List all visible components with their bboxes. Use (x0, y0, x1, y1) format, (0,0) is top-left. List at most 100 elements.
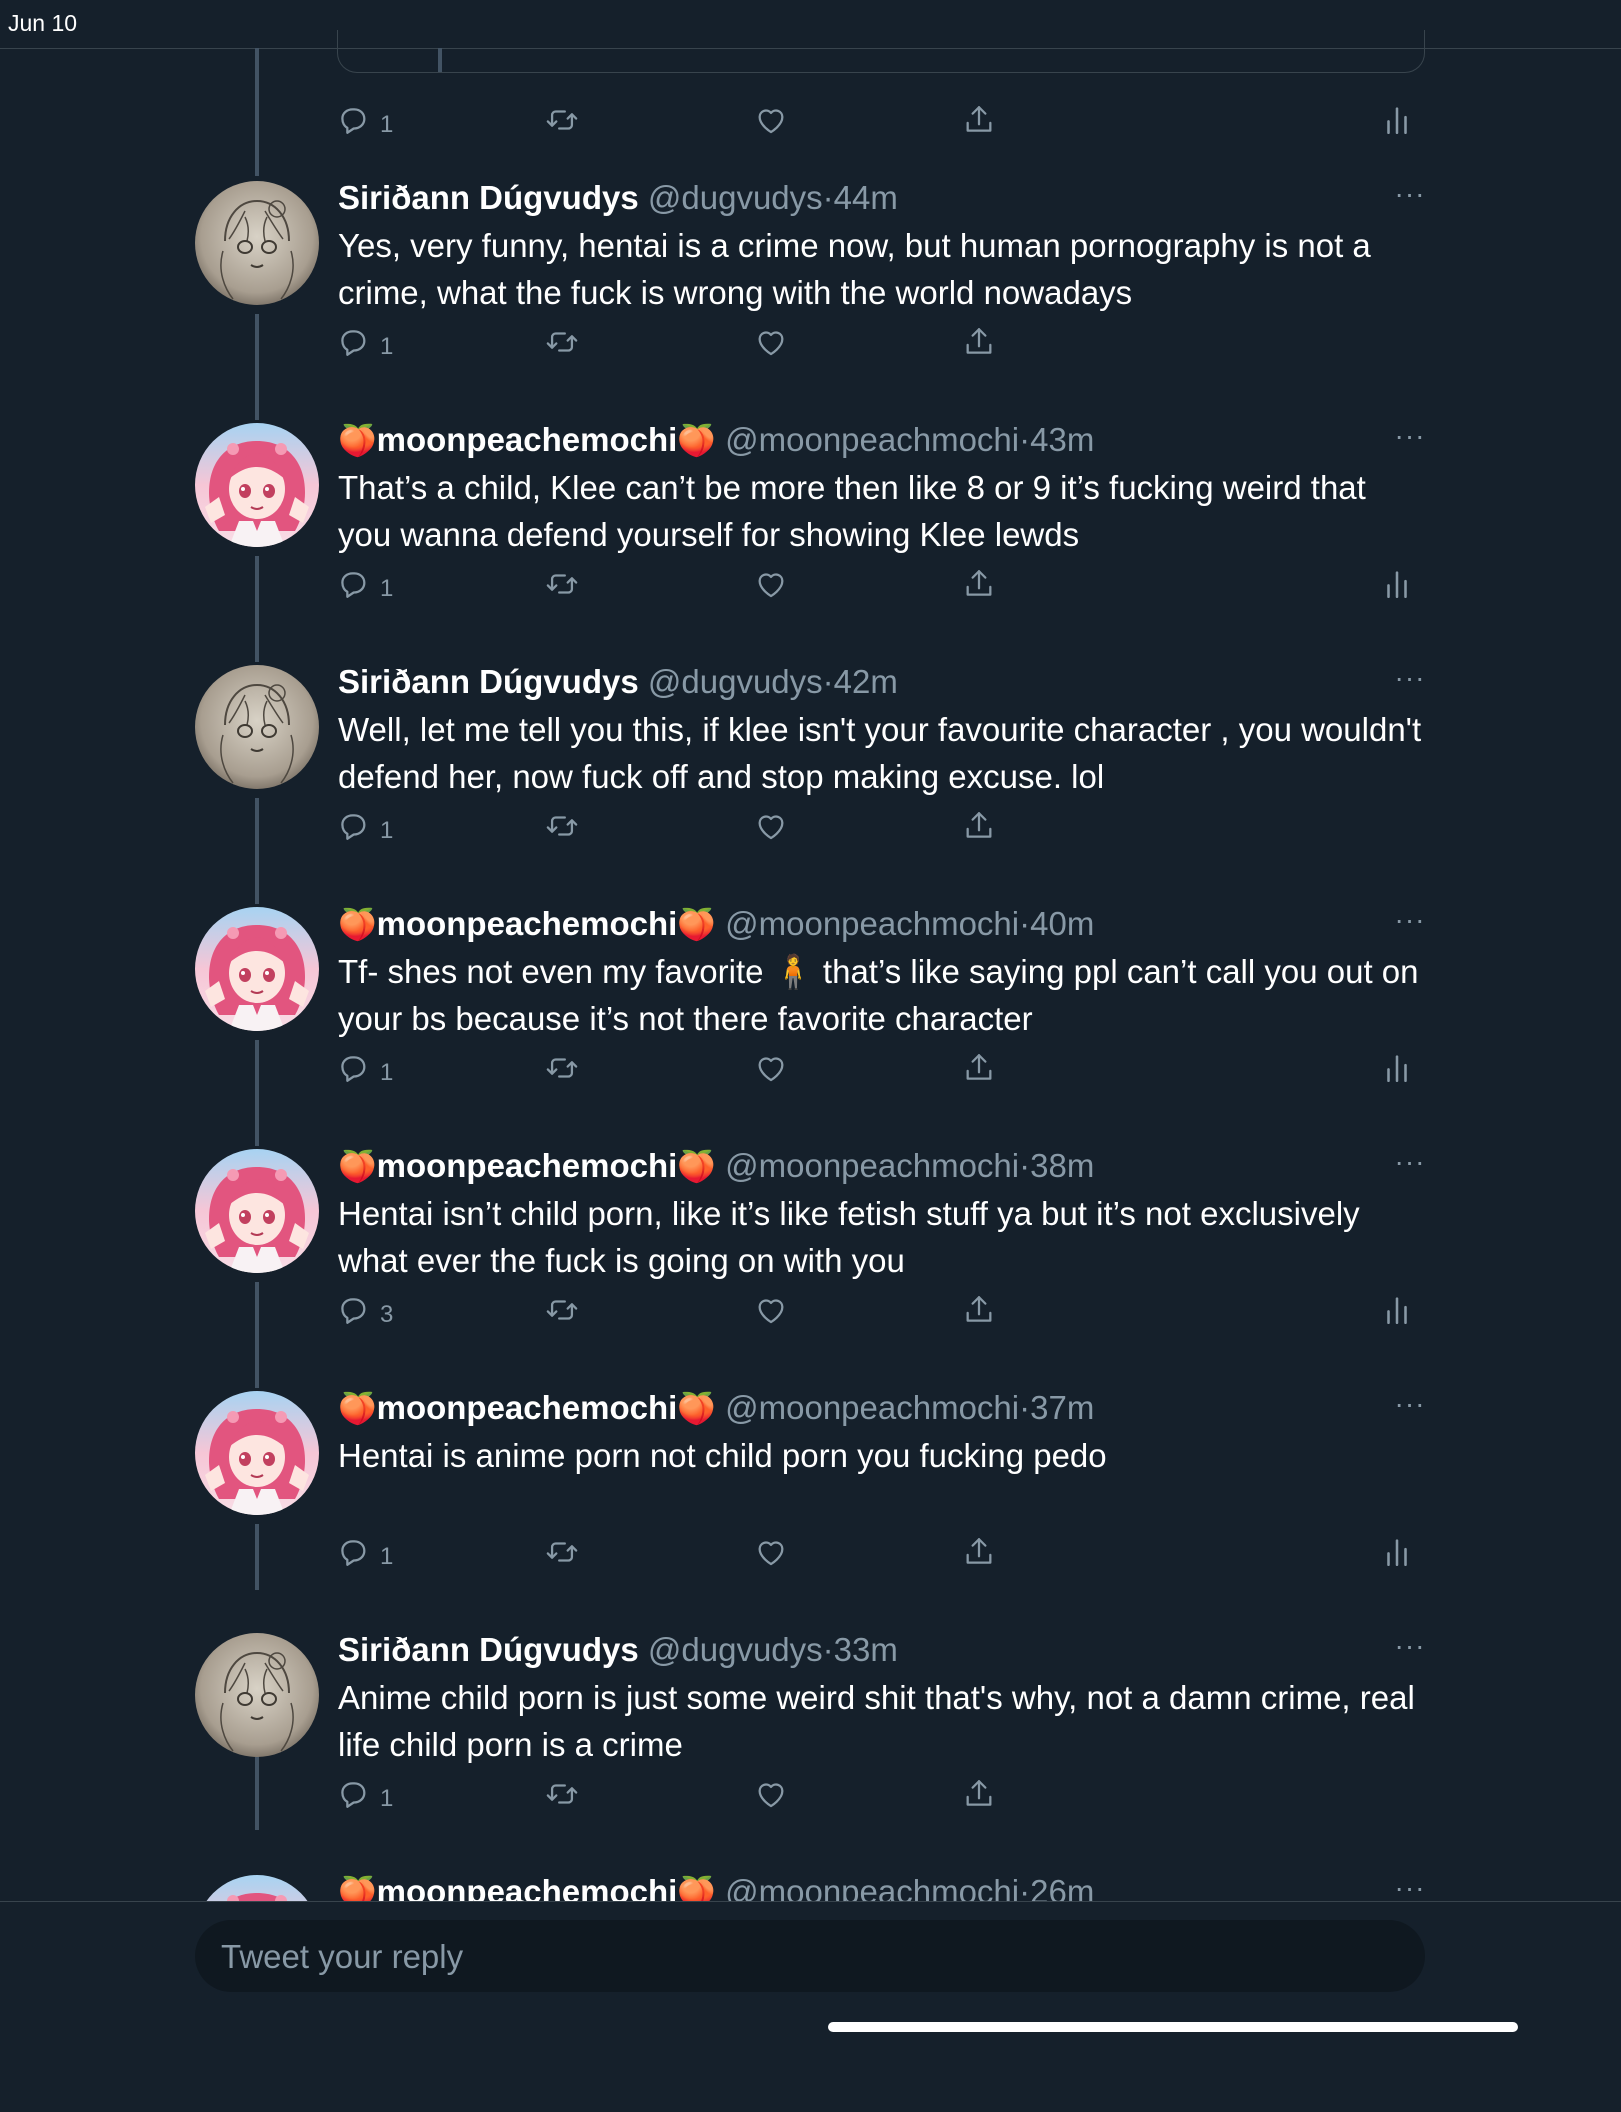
retweet-button[interactable] (545, 100, 579, 140)
retweet-icon (545, 1535, 579, 1569)
stats-button[interactable] (1380, 1290, 1414, 1330)
user-handle[interactable]: @moonpeachmochi (725, 1389, 1019, 1426)
reply-button[interactable]: 3 (336, 1290, 393, 1330)
reply-button[interactable]: 1 (336, 1532, 393, 1572)
display-name[interactable]: Siriðann Dúgvudys (338, 1631, 639, 1668)
share-button[interactable] (962, 1532, 996, 1572)
retweet-icon (545, 809, 579, 843)
user-handle[interactable]: @dugvudys (648, 663, 823, 700)
user-handle[interactable]: @dugvudys (648, 1631, 823, 1668)
like-button[interactable] (754, 100, 788, 140)
tweet[interactable]: Siriðann Dúgvudys @dugvudys·42m ··· Well, … (0, 660, 1621, 902)
like-button[interactable] (754, 806, 788, 846)
avatar[interactable] (195, 1391, 319, 1515)
tweet[interactable]: 🍑moonpeachemochi🍑 @moonpeachmochi·43m ···… (0, 418, 1621, 660)
like-button[interactable] (754, 564, 788, 604)
reply-button[interactable]: 1 (336, 322, 393, 362)
avatar[interactable] (195, 1149, 319, 1273)
stats-icon (1380, 1535, 1414, 1569)
tweet-time[interactable]: 42m (834, 663, 898, 700)
share-button[interactable] (962, 1048, 996, 1088)
tweet[interactable]: 🍑moonpeachemochi🍑 @moonpeachmochi·40m ···… (0, 902, 1621, 1144)
retweet-button[interactable] (545, 1774, 579, 1814)
reply-input[interactable] (219, 1920, 1403, 1994)
tweet-time[interactable]: 40m (1030, 905, 1094, 942)
tweet-time[interactable]: 43m (1030, 421, 1094, 458)
reply-box[interactable] (195, 1920, 1425, 1994)
avatar[interactable] (195, 907, 319, 1031)
peach-emoji: 🍑 (677, 1149, 716, 1184)
retweet-button[interactable] (545, 564, 579, 604)
avatar[interactable] (195, 423, 319, 547)
user-handle[interactable]: @moonpeachmochi (725, 421, 1019, 458)
heart-icon (754, 809, 788, 843)
tweet[interactable]: 1 (0, 0, 1621, 196)
stats-button[interactable] (1380, 564, 1414, 604)
tweet-actions: 1 (0, 100, 1621, 140)
tweet-time[interactable]: 38m (1030, 1147, 1094, 1184)
more-icon[interactable]: ··· (1390, 180, 1430, 212)
more-icon[interactable]: ··· (1390, 906, 1430, 938)
user-handle[interactable]: @moonpeachmochi (725, 1147, 1019, 1184)
stats-button[interactable] (1380, 100, 1414, 140)
reply-button[interactable]: 1 (336, 1048, 393, 1088)
retweet-button[interactable] (545, 1290, 579, 1330)
display-name[interactable]: moonpeachemochi (377, 421, 678, 458)
like-button[interactable] (754, 1532, 788, 1572)
tweet-header: 🍑moonpeachemochi🍑 @moonpeachmochi·43m (338, 418, 1398, 462)
share-button[interactable] (962, 1290, 996, 1330)
display-name[interactable]: Siriðann Dúgvudys (338, 663, 639, 700)
stats-button[interactable] (1380, 1532, 1414, 1572)
reply-button[interactable]: 1 (336, 806, 393, 846)
stats-button[interactable] (1380, 1048, 1414, 1088)
more-icon[interactable]: ··· (1390, 664, 1430, 696)
tweet-header: 🍑moonpeachemochi🍑 @moonpeachmochi·37m (338, 1386, 1398, 1430)
like-button[interactable] (754, 1048, 788, 1088)
tweet[interactable]: Siriðann Dúgvudys @dugvudys·33m ··· Anime … (0, 1628, 1621, 1870)
retweet-icon (545, 1051, 579, 1085)
tweet-time[interactable]: 44m (834, 179, 898, 216)
tweet-time[interactable]: 33m (834, 1631, 898, 1668)
more-icon[interactable]: ··· (1390, 1148, 1430, 1180)
display-name[interactable]: moonpeachemochi (377, 1389, 678, 1426)
tweet-time[interactable]: 37m (1030, 1389, 1094, 1426)
share-button[interactable] (962, 1774, 996, 1814)
peach-emoji: 🍑 (338, 423, 377, 458)
share-button[interactable] (962, 322, 996, 362)
share-button[interactable] (962, 564, 996, 604)
display-name[interactable]: moonpeachemochi (377, 905, 678, 942)
like-button[interactable] (754, 1774, 788, 1814)
reply-button[interactable]: 1 (336, 1774, 393, 1814)
like-button[interactable] (754, 322, 788, 362)
share-icon (962, 1293, 996, 1327)
tweet[interactable]: 🍑moonpeachemochi🍑 @moonpeachmochi·38m ···… (0, 1144, 1621, 1386)
more-icon[interactable]: ··· (1390, 422, 1430, 454)
more-icon[interactable]: ··· (1390, 1390, 1430, 1422)
retweet-button[interactable] (545, 322, 579, 362)
more-icon[interactable]: ··· (1390, 1632, 1430, 1664)
like-button[interactable] (754, 1290, 788, 1330)
user-handle[interactable]: @moonpeachmochi (725, 905, 1019, 942)
share-button[interactable] (962, 806, 996, 846)
reply-icon (336, 103, 370, 137)
user-handle[interactable]: @dugvudys (648, 179, 823, 216)
reply-button[interactable]: 1 (336, 564, 393, 604)
tweet-header: Siriðann Dúgvudys @dugvudys·42m (338, 660, 1398, 704)
avatar[interactable] (195, 1633, 319, 1757)
share-button[interactable] (962, 100, 996, 140)
tweet[interactable]: Siriðann Dúgvudys @dugvudys·44m ··· Yes, v… (0, 176, 1621, 418)
retweet-button[interactable] (545, 1048, 579, 1088)
display-name[interactable]: moonpeachemochi (377, 1147, 678, 1184)
avatar[interactable] (195, 665, 319, 789)
reply-count: 3 (380, 1301, 394, 1328)
reply-button[interactable]: 1 (336, 100, 393, 140)
peach-emoji: 🍑 (677, 1391, 716, 1426)
tweet-text: Anime child porn is just some weird shit… (338, 1679, 1415, 1763)
tweet[interactable]: 🍑moonpeachemochi🍑 @moonpeachmochi·37m ···… (0, 1386, 1621, 1628)
heart-icon (754, 325, 788, 359)
display-name[interactable]: Siriðann Dúgvudys (338, 179, 639, 216)
retweet-button[interactable] (545, 806, 579, 846)
share-icon (962, 1051, 996, 1085)
retweet-button[interactable] (545, 1532, 579, 1572)
avatar[interactable] (195, 181, 319, 305)
